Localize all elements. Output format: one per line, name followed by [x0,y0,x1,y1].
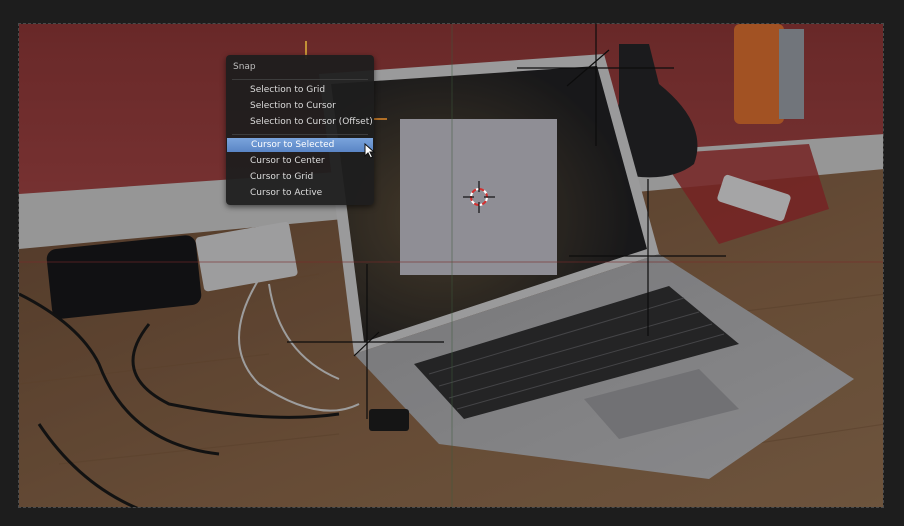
menu-item-cursor-to-center[interactable]: Cursor to Center [226,154,374,168]
menu-item-cursor-to-active[interactable]: Cursor to Active [226,186,374,200]
snap-menu-title: Snap [233,62,256,72]
snap-menu: Snap Selection to Grid Selection to Curs… [226,55,374,205]
menu-item-selection-to-grid[interactable]: Selection to Grid [226,83,374,97]
menu-item-cursor-to-grid[interactable]: Cursor to Grid [226,170,374,184]
menu-separator [232,79,368,80]
menu-item-selection-to-cursor-offset[interactable]: Selection to Cursor (Offset) [226,115,374,129]
menu-separator [232,134,368,135]
empty-axes-icon [517,24,674,146]
menu-item-selection-to-cursor[interactable]: Selection to Cursor [226,99,374,113]
menu-item-cursor-to-selected[interactable]: Cursor to Selected [227,138,373,152]
mouse-pointer-icon [364,143,376,159]
scene-overlay [19,24,883,507]
3d-cursor-icon [463,181,495,213]
3d-viewport[interactable] [18,23,884,508]
